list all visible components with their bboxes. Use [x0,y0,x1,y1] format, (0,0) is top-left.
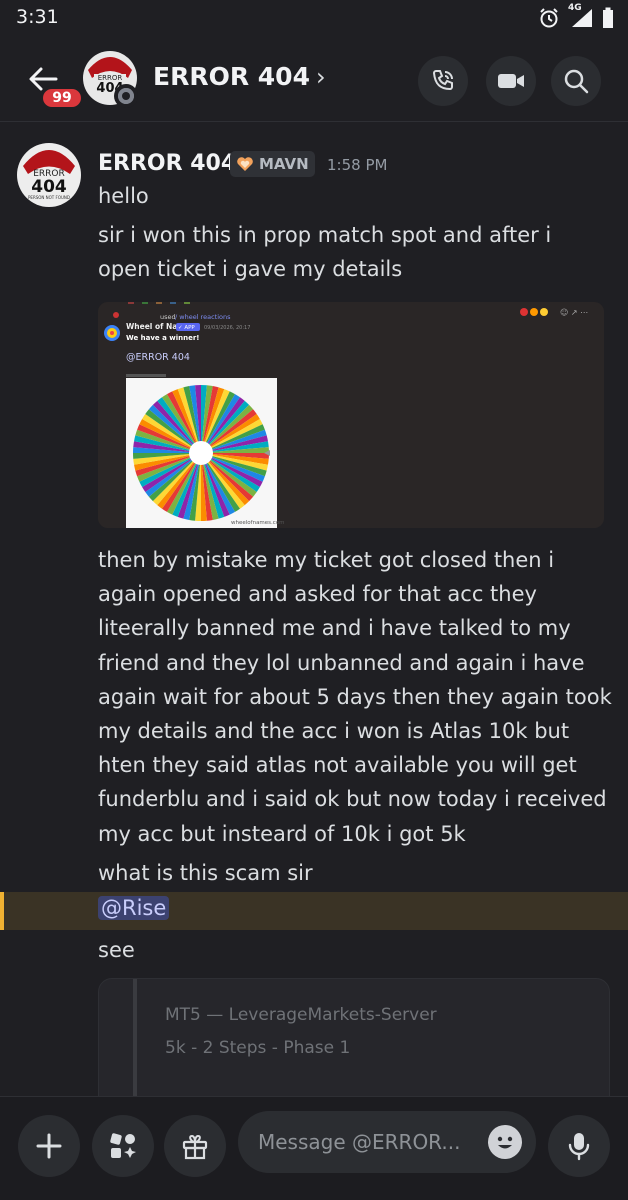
video-camera-icon [498,74,524,88]
search-button[interactable] [551,56,601,106]
emoji-button[interactable] [488,1125,522,1159]
embed-winner-text: We have a winner! [126,334,200,342]
emoji-icon [497,1136,513,1149]
voice-message-button[interactable] [548,1115,610,1177]
embed-server-line: MT5 — LeverageMarkets-Server [165,1005,437,1025]
add-attachment-button[interactable] [18,1115,80,1177]
embed-command: / wheel reactions [175,313,231,321]
apps-button[interactable] [92,1115,154,1177]
message-line-hello: hello [98,184,149,208]
author-avatar-line3: PERSON NOT FOUND [28,195,70,200]
embed-mention: @ERROR 404 [126,352,190,363]
attachment-image-content: ☺ ↗ ⋯ used / wheel reactions Wheel of Na… [98,302,604,528]
search-icon [564,69,589,94]
server-tag[interactable]: MAVN [230,151,315,177]
channel-title-text: ERROR 404 [153,62,310,91]
message-timestamp: 1:58 PM [327,156,388,174]
author-avatar-line2: 404 [31,177,67,197]
user-mention[interactable]: @Rise [98,896,170,920]
author-avatar[interactable]: ERROR 404 PERSON NOT FOUND [16,142,82,208]
embed-wheel-footer: wheelofnames.com [231,520,285,526]
status-time: 3:31 [16,6,59,28]
message-input-box[interactable] [238,1111,536,1173]
embed-bot-date: 09/03/2026, 20:17 [204,325,250,331]
heart-icon [237,157,253,171]
message-input[interactable] [258,1125,488,1159]
message-see: see [98,938,135,962]
network-label: 4G [568,3,582,13]
video-call-button[interactable] [486,56,536,106]
alarm-icon [540,8,558,28]
status-icons: 4G [538,3,614,29]
phone-icon [432,70,453,91]
attachment-image[interactable]: ☺ ↗ ⋯ used / wheel reactions Wheel of Na… [98,302,604,528]
apps-icon [110,1133,136,1158]
message-line-details: sir i won this in prop match spot and af… [98,223,552,282]
plus-icon [36,1133,62,1159]
battery-icon [603,7,613,28]
gift-icon [182,1134,208,1160]
offline-status-icon [114,84,138,108]
unread-badge: 99 [40,86,84,110]
author-name[interactable]: ERROR 404 [98,151,236,176]
chevron-right-icon: › [315,63,326,91]
microphone-icon [568,1133,590,1161]
channel-header: 99 ERROR 404 ERROR 404 › [0,40,628,122]
embed-app-tag: ✓ APP [178,325,195,331]
server-tag-label: MAVN [259,155,309,173]
channel-title[interactable]: ERROR 404 › [153,62,326,91]
status-bar: 3:31 4G [0,0,628,40]
message-question: what is this scam sir [98,861,313,885]
embed-used-text: used [160,313,176,321]
embed-plan-line: 5k - 2 Steps - Phase 1 [165,1038,351,1058]
svg-text:☺ ↗ ⋯: ☺ ↗ ⋯ [560,308,588,317]
gift-button[interactable] [164,1115,226,1177]
voice-call-button[interactable] [418,56,468,106]
message-body: then by mistake my ticket got closed the… [98,548,612,846]
mention-highlight-row [0,892,628,930]
composer-bar [0,1096,628,1200]
signal-icon: 4G [568,3,594,29]
